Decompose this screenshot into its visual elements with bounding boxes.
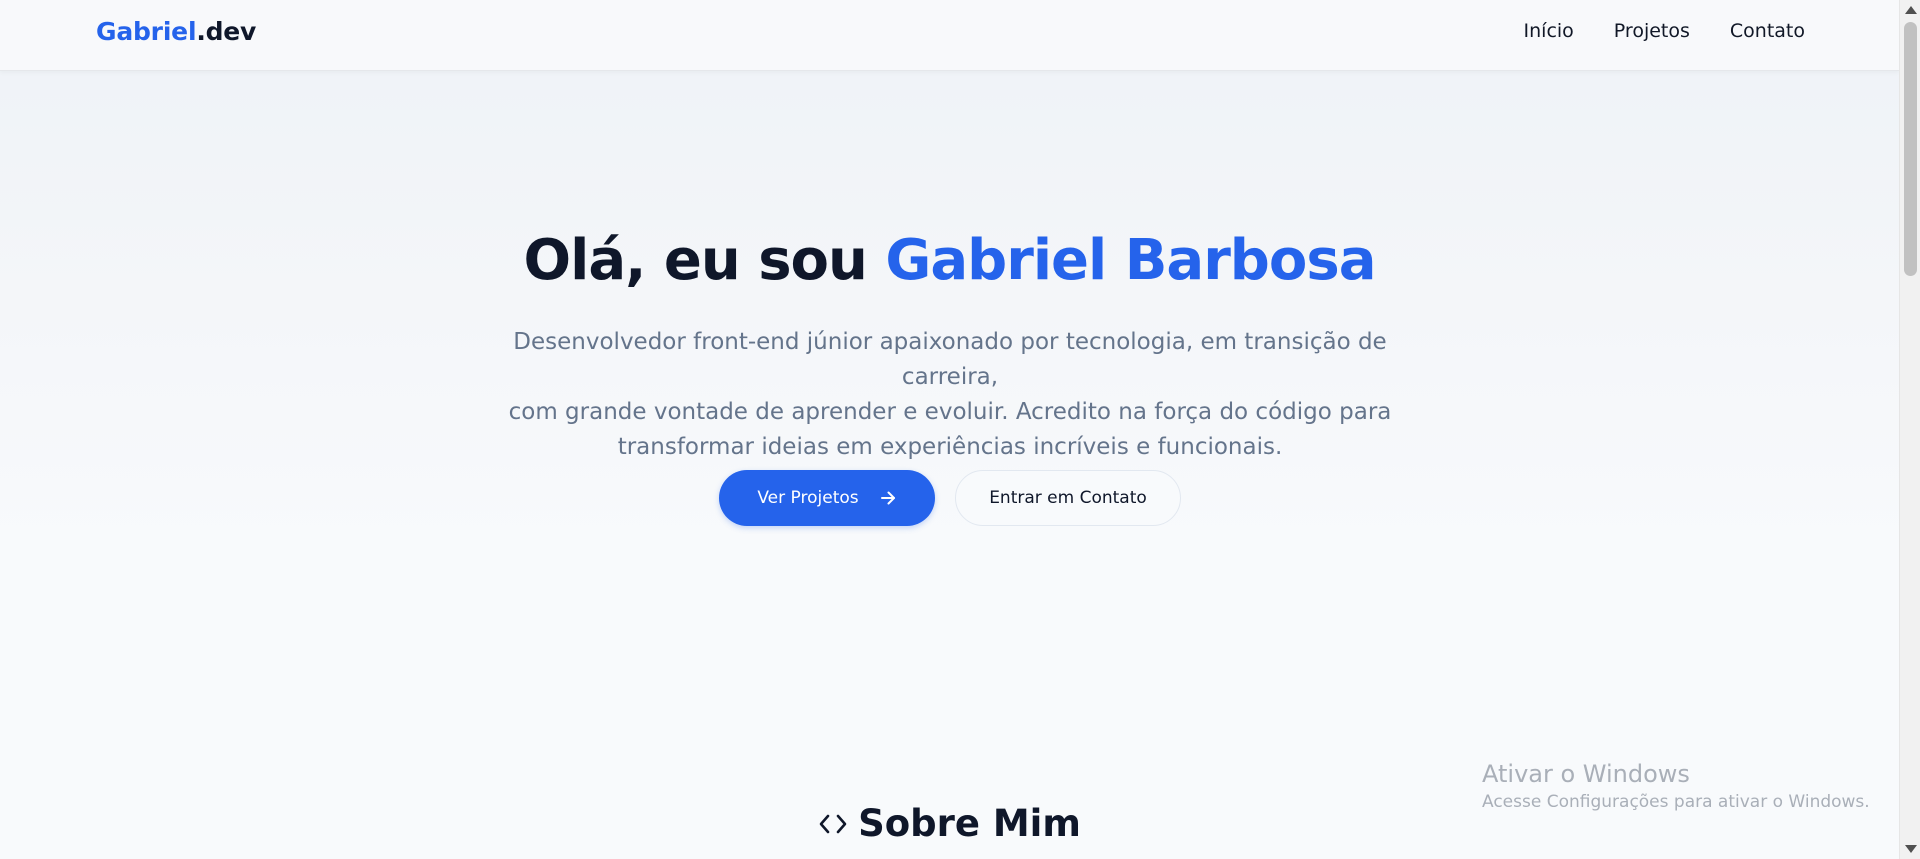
nav-link-contato[interactable]: Contato [1730, 20, 1805, 42]
hero-title-prefix: Olá, eu sou [523, 228, 886, 293]
hero-description-line: com grande vontade de aprender e evoluir… [508, 399, 1392, 425]
contact-button[interactable]: Entrar em Contato [955, 470, 1181, 526]
hero-description-line: transformar ideias em experiências incrí… [617, 434, 1283, 460]
logo-accent: Gabriel [96, 17, 197, 46]
scroll-down-icon[interactable] [1905, 845, 1917, 853]
vertical-scrollbar[interactable] [1899, 0, 1920, 859]
windows-activation-watermark: Ativar o Windows Acesse Configurações pa… [1482, 760, 1870, 812]
arrow-right-icon [879, 489, 897, 507]
hero-title-name: Gabriel Barbosa [885, 228, 1376, 293]
logo-suffix: .dev [196, 17, 257, 46]
scrollbar-thumb[interactable] [1904, 22, 1917, 276]
view-projects-button[interactable]: Ver Projetos [719, 470, 935, 526]
contact-button-label: Entrar em Contato [989, 488, 1147, 508]
hero-description: Desenvolvedor front-end júnior apaixonad… [470, 325, 1430, 465]
page: Gabriel.dev Início Projetos Contato Olá,… [0, 0, 1899, 859]
code-icon [818, 802, 848, 845]
watermark-subtitle: Acesse Configurações para ativar o Windo… [1482, 792, 1870, 812]
logo[interactable]: Gabriel.dev [96, 17, 256, 46]
about-title-text: Sobre Mim [858, 802, 1081, 845]
nav-links: Início Projetos Contato [1524, 20, 1805, 42]
watermark-title: Ativar o Windows [1482, 760, 1690, 788]
nav-link-projetos[interactable]: Projetos [1614, 20, 1690, 42]
hero-title: Olá, eu sou Gabriel Barbosa [0, 228, 1899, 293]
hero-description-line: Desenvolvedor front-end júnior apaixonad… [513, 329, 1387, 390]
nav-link-inicio[interactable]: Início [1524, 20, 1574, 42]
scroll-up-icon[interactable] [1905, 6, 1917, 14]
navbar: Gabriel.dev Início Projetos Contato [0, 0, 1899, 71]
view-projects-label: Ver Projetos [757, 488, 859, 508]
